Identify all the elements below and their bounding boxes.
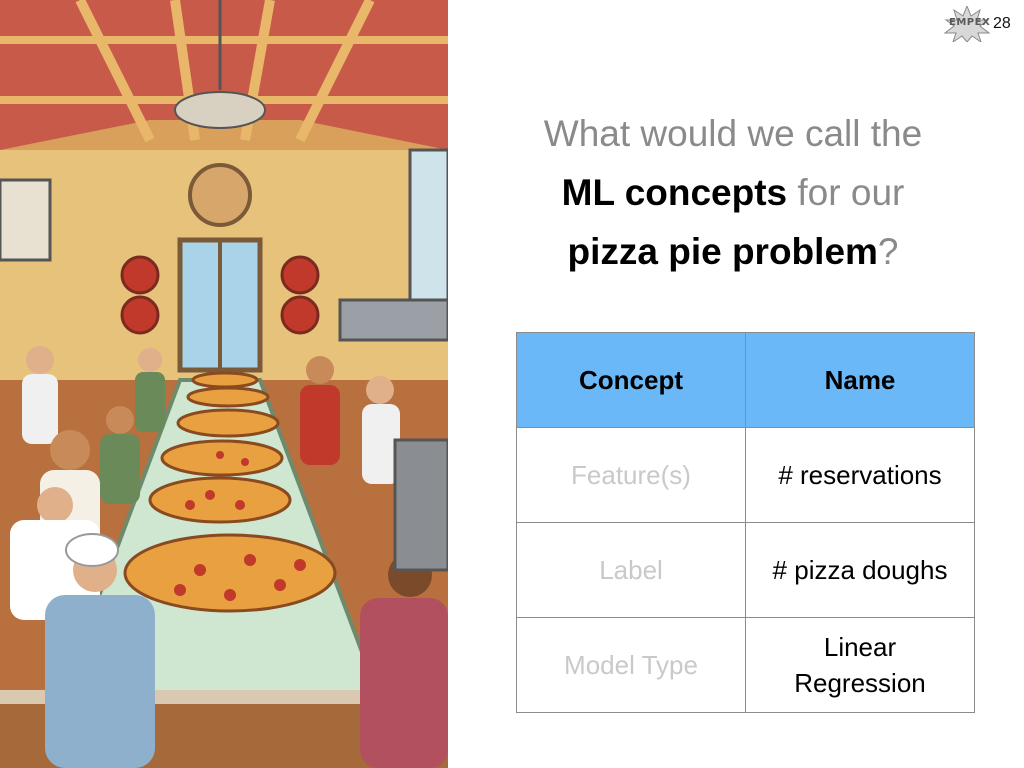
- concept-cell: Model Type: [516, 617, 746, 713]
- name-cell-line-2: Regression: [794, 668, 926, 698]
- table-row: Feature(s) # reservations: [516, 427, 975, 523]
- name-cell: # reservations: [745, 427, 975, 523]
- heading-line-1: What would we call the: [543, 113, 923, 154]
- concept-name-table: Concept Name Feature(s) # reservations L…: [516, 332, 975, 713]
- slide: EMPEX 28 What would we call the ML conce…: [0, 0, 1024, 768]
- heading-line-2-rest: for our: [787, 172, 905, 213]
- table-row: Model Type Linear Regression: [516, 617, 975, 713]
- concept-cell: Label: [516, 522, 746, 618]
- name-cell-line-1: Linear: [823, 632, 897, 662]
- slide-heading: What would we call the ML concepts for o…: [450, 104, 1016, 281]
- logo-text: EMPEX: [949, 17, 991, 28]
- table-row: Label # pizza doughs: [516, 522, 975, 618]
- heading-emphasis-pizza-pie-problem: pizza pie problem: [567, 231, 878, 272]
- heading-emphasis-ml-concepts: ML concepts: [561, 172, 788, 213]
- column-header-concept: Concept: [516, 332, 746, 428]
- concept-cell: Feature(s): [516, 427, 746, 523]
- table-header-row: Concept Name: [516, 332, 975, 428]
- heading-line-2: ML concepts for our: [450, 163, 1016, 222]
- name-cell: # pizza doughs: [745, 522, 975, 618]
- heading-line-3: pizza pie problem?: [450, 222, 1016, 281]
- name-cell: Linear Regression: [745, 617, 975, 713]
- page-number: 28: [993, 15, 1011, 32]
- heading-line-3-rest: ?: [877, 231, 899, 272]
- column-header-name: Name: [745, 332, 975, 428]
- pizza-restaurant-illustration: [0, 0, 448, 768]
- restaurant-scene: [0, 0, 448, 768]
